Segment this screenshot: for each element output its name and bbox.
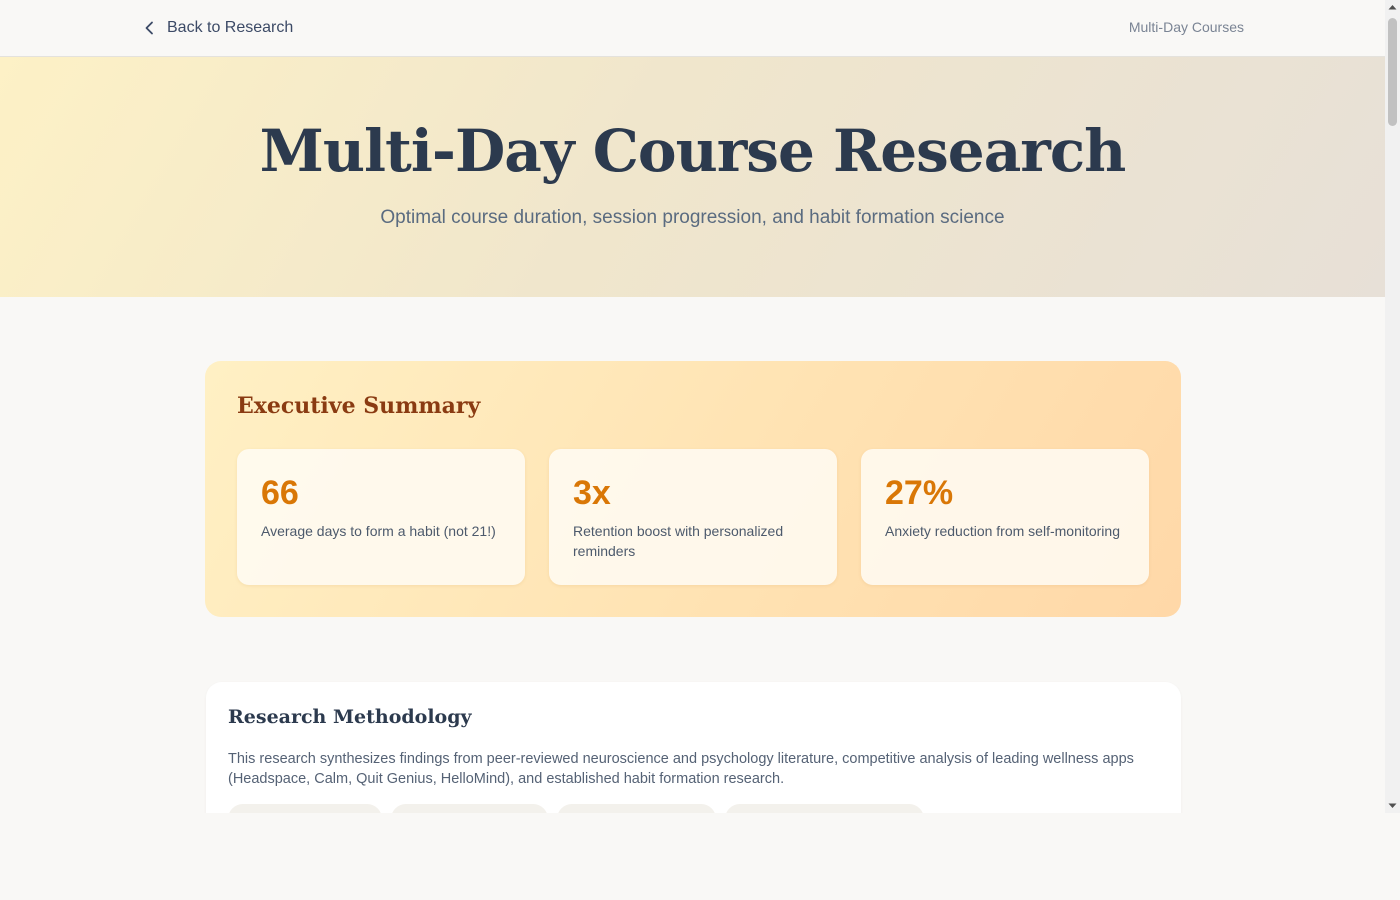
executive-summary-heading: Executive Summary bbox=[237, 393, 481, 419]
methodology-heading: Research Methodology bbox=[228, 706, 472, 728]
scrollbar-thumb[interactable] bbox=[1388, 18, 1397, 126]
hero-banner: Multi-Day Course Research Optimal course… bbox=[0, 57, 1385, 297]
scroll-down-arrow-icon[interactable] bbox=[1385, 798, 1400, 813]
stat-card-retention-boost: 3x Retention boost with personalized rem… bbox=[549, 449, 837, 585]
back-link-label: Back to Research bbox=[167, 19, 294, 36]
scroll-up-arrow-icon[interactable] bbox=[1385, 0, 1400, 15]
stat-value: 66 bbox=[261, 474, 299, 512]
stat-card-habit-days: 66 Average days to form a habit (not 21!… bbox=[237, 449, 525, 585]
stat-label: Average days to form a habit (not 21!) bbox=[261, 523, 496, 539]
vertical-scrollbar[interactable] bbox=[1385, 0, 1400, 813]
methodology-tag bbox=[725, 804, 924, 813]
stat-value: 3x bbox=[573, 474, 611, 512]
page-viewport: Back to Research Multi-Day Courses Multi… bbox=[0, 0, 1385, 813]
methodology-tag bbox=[228, 804, 382, 813]
stat-value: 27% bbox=[885, 474, 954, 512]
back-to-research-link[interactable]: Back to Research bbox=[143, 16, 293, 40]
window-bottom-area bbox=[0, 813, 1400, 900]
stat-card-anxiety-reduction: 27% Anxiety reduction from self-monitori… bbox=[861, 449, 1149, 585]
page-subtitle: Optimal course duration, session progres… bbox=[380, 207, 1005, 228]
top-navigation-bar: Back to Research Multi-Day Courses bbox=[0, 0, 1385, 57]
executive-summary-card: Executive Summary 66 Average days to for… bbox=[205, 361, 1181, 617]
methodology-tag bbox=[557, 804, 716, 813]
breadcrumb-current: Multi-Day Courses bbox=[1128, 19, 1244, 35]
methodology-tag bbox=[391, 804, 548, 813]
stat-label: Anxiety reduction from self-monitoring bbox=[885, 523, 1120, 539]
research-methodology-card: Research Methodology This research synth… bbox=[206, 682, 1181, 813]
stat-label: Retention boost with personalized remind… bbox=[573, 523, 784, 559]
methodology-text: This research synthesizes findings from … bbox=[228, 751, 1134, 787]
page-title: Multi-Day Course Research bbox=[259, 117, 1127, 185]
chevron-left-icon bbox=[143, 21, 157, 35]
